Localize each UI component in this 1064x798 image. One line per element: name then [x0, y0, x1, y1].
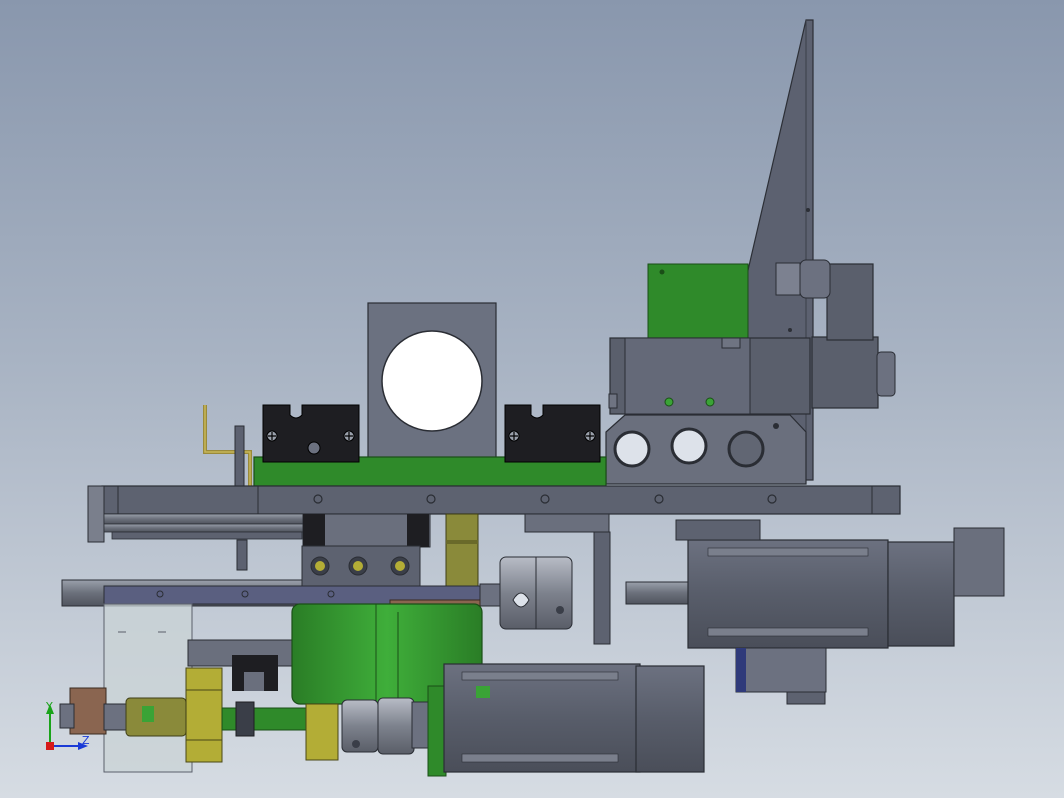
cad-viewport[interactable]: Y Z — [0, 0, 1064, 798]
bearing-block[interactable] — [367, 302, 497, 460]
linear-guide-block-left[interactable] — [262, 404, 360, 463]
shaft-coupling-lower[interactable] — [341, 697, 429, 755]
linear-guide-block-right[interactable] — [504, 404, 601, 463]
servo-motor-lower[interactable] — [427, 663, 705, 777]
cad-assembly-drawing[interactable]: Y Z — [0, 0, 1064, 798]
sensor-bracket[interactable] — [203, 405, 252, 487]
vertical-strut[interactable] — [593, 531, 611, 645]
shaft-coupling-upper[interactable] — [499, 556, 573, 630]
valve-manifold[interactable] — [605, 414, 807, 485]
gearbox[interactable] — [185, 667, 223, 763]
slide-block[interactable] — [301, 513, 431, 587]
pcb-board[interactable] — [647, 263, 749, 343]
transparent-cover[interactable] — [103, 603, 193, 773]
axis-y-label: Y — [45, 700, 53, 713]
guide-rod-upper[interactable] — [103, 513, 305, 540]
small-bracket[interactable] — [524, 513, 610, 533]
axis-z-label: Z — [82, 734, 90, 747]
